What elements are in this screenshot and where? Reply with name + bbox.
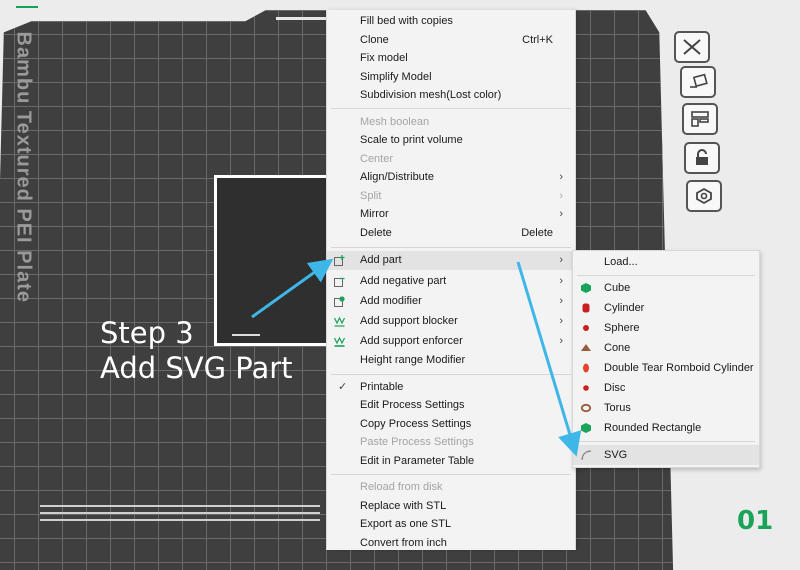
menu-item-split: Split › xyxy=(327,187,575,206)
menu-separator xyxy=(331,474,571,475)
cone-icon xyxy=(581,344,591,351)
add-part-icon xyxy=(334,255,345,266)
shortcut-label: Ctrl+K xyxy=(522,34,553,46)
menu-item-mirror[interactable]: Mirror › xyxy=(327,205,575,224)
chevron-right-icon: › xyxy=(559,208,563,220)
menu-item-align-distribute[interactable]: Align/Distribute › xyxy=(327,168,575,187)
plate-edge-lines xyxy=(40,505,320,535)
submenu-item-load[interactable]: Load... xyxy=(573,252,759,272)
annotation-line-2: Add SVG Part xyxy=(100,351,293,385)
menu-item-center: Center xyxy=(360,153,394,165)
add-part-submenu: Load... Cube Cylinder Sphere Cone Double… xyxy=(572,250,760,468)
menu-item-simplify-model[interactable]: Simplify Model xyxy=(327,68,575,87)
menu-item-reload-from-disk: Reload from disk xyxy=(360,481,443,493)
shortcut-label: Delete xyxy=(521,227,553,239)
svg-icon xyxy=(581,450,591,460)
support-enforcer-icon xyxy=(334,336,345,347)
chevron-right-icon: › xyxy=(559,295,563,307)
submenu-item-svg[interactable]: SVG xyxy=(573,445,759,465)
chevron-right-icon: › xyxy=(559,315,563,327)
menu-item-scale-to-volume[interactable]: Scale to print volume xyxy=(327,131,575,150)
chevron-right-icon: › xyxy=(559,254,563,266)
menu-item-add-support-blocker[interactable]: Add support blocker › xyxy=(327,312,575,331)
menu-item-mesh-boolean: Mesh boolean xyxy=(360,116,430,128)
plate-type-label: Bambu Textured PEI Plate xyxy=(12,31,35,303)
sphere-icon xyxy=(583,325,589,331)
menu-item-add-part[interactable]: Add part › xyxy=(327,251,575,270)
menu-item-clone[interactable]: Clone Ctrl+K xyxy=(327,31,575,50)
submenu-item-cone[interactable]: Cone xyxy=(573,338,759,358)
rounded-rectangle-icon xyxy=(581,423,591,433)
chevron-right-icon: › xyxy=(559,275,563,287)
settings-icon[interactable] xyxy=(686,180,722,212)
modifier-icon xyxy=(334,296,345,307)
menu-item-add-support-enforcer[interactable]: Add support enforcer › xyxy=(327,332,575,351)
chevron-right-icon: › xyxy=(559,171,563,183)
close-icon[interactable] xyxy=(674,31,710,63)
submenu-item-double-tear-romboid-cylinder[interactable]: Double Tear Romboid Cylinder xyxy=(573,358,759,378)
menu-item-add-negative-part[interactable]: Add negative part › xyxy=(327,272,575,291)
chevron-right-icon: › xyxy=(559,335,563,347)
menu-item-export-as-one-stl[interactable]: Export as one STL xyxy=(327,515,575,534)
menu-item-replace-with-stl[interactable]: Replace with STL xyxy=(327,497,575,516)
check-icon: ✓ xyxy=(338,381,348,393)
cube-icon xyxy=(581,283,591,293)
disc-icon xyxy=(583,385,589,391)
chevron-right-icon: › xyxy=(559,190,563,202)
torus-icon xyxy=(581,403,591,413)
menu-item-subdivision-mesh[interactable]: Subdivision mesh(Lost color) xyxy=(327,86,575,105)
negative-part-icon xyxy=(334,277,345,287)
romboid-cylinder-icon xyxy=(583,363,589,373)
submenu-item-cube[interactable]: Cube xyxy=(573,278,759,298)
menu-item-edit-process-settings[interactable]: Edit Process Settings xyxy=(327,396,575,415)
menu-item-delete[interactable]: Delete Delete xyxy=(327,224,575,243)
submenu-item-rounded-rectangle[interactable]: Rounded Rectangle xyxy=(573,418,759,438)
tutorial-annotation: Step 3 Add SVG Part xyxy=(100,316,293,386)
menu-item-fill-bed[interactable]: Fill bed with copies xyxy=(327,12,575,31)
menu-item-paste-process-settings: Paste Process Settings xyxy=(360,436,474,448)
auto-orient-icon[interactable] xyxy=(680,66,716,98)
submenu-item-cylinder[interactable]: Cylinder xyxy=(573,298,759,318)
menu-item-fix-model[interactable]: Fix model xyxy=(327,49,575,68)
edit-icon[interactable] xyxy=(16,0,38,8)
annotation-line-1: Step 3 xyxy=(100,316,194,350)
menu-separator xyxy=(331,247,571,248)
menu-separator xyxy=(577,275,755,276)
plate-number[interactable]: 01 xyxy=(737,506,773,536)
menu-separator xyxy=(331,108,571,109)
cylinder-icon xyxy=(582,303,590,313)
context-menu: Fill bed with copies Clone Ctrl+K Fix mod… xyxy=(326,10,576,550)
menu-item-height-range-modifier[interactable]: Height range Modifier xyxy=(327,351,575,370)
menu-item-printable[interactable]: ✓ Printable xyxy=(327,378,575,397)
menu-item-copy-process-settings[interactable]: Copy Process Settings xyxy=(327,415,575,434)
submenu-item-sphere[interactable]: Sphere xyxy=(573,318,759,338)
menu-separator xyxy=(577,441,755,442)
menu-item-add-modifier[interactable]: Add modifier › xyxy=(327,292,575,311)
menu-separator xyxy=(331,374,571,375)
submenu-item-torus[interactable]: Torus xyxy=(573,398,759,418)
submenu-item-disc[interactable]: Disc xyxy=(573,378,759,398)
lock-icon[interactable] xyxy=(684,142,720,174)
arrange-icon[interactable] xyxy=(682,103,718,135)
support-blocker-icon xyxy=(334,316,345,327)
menu-item-edit-parameter-table[interactable]: Edit in Parameter Table xyxy=(327,452,575,471)
